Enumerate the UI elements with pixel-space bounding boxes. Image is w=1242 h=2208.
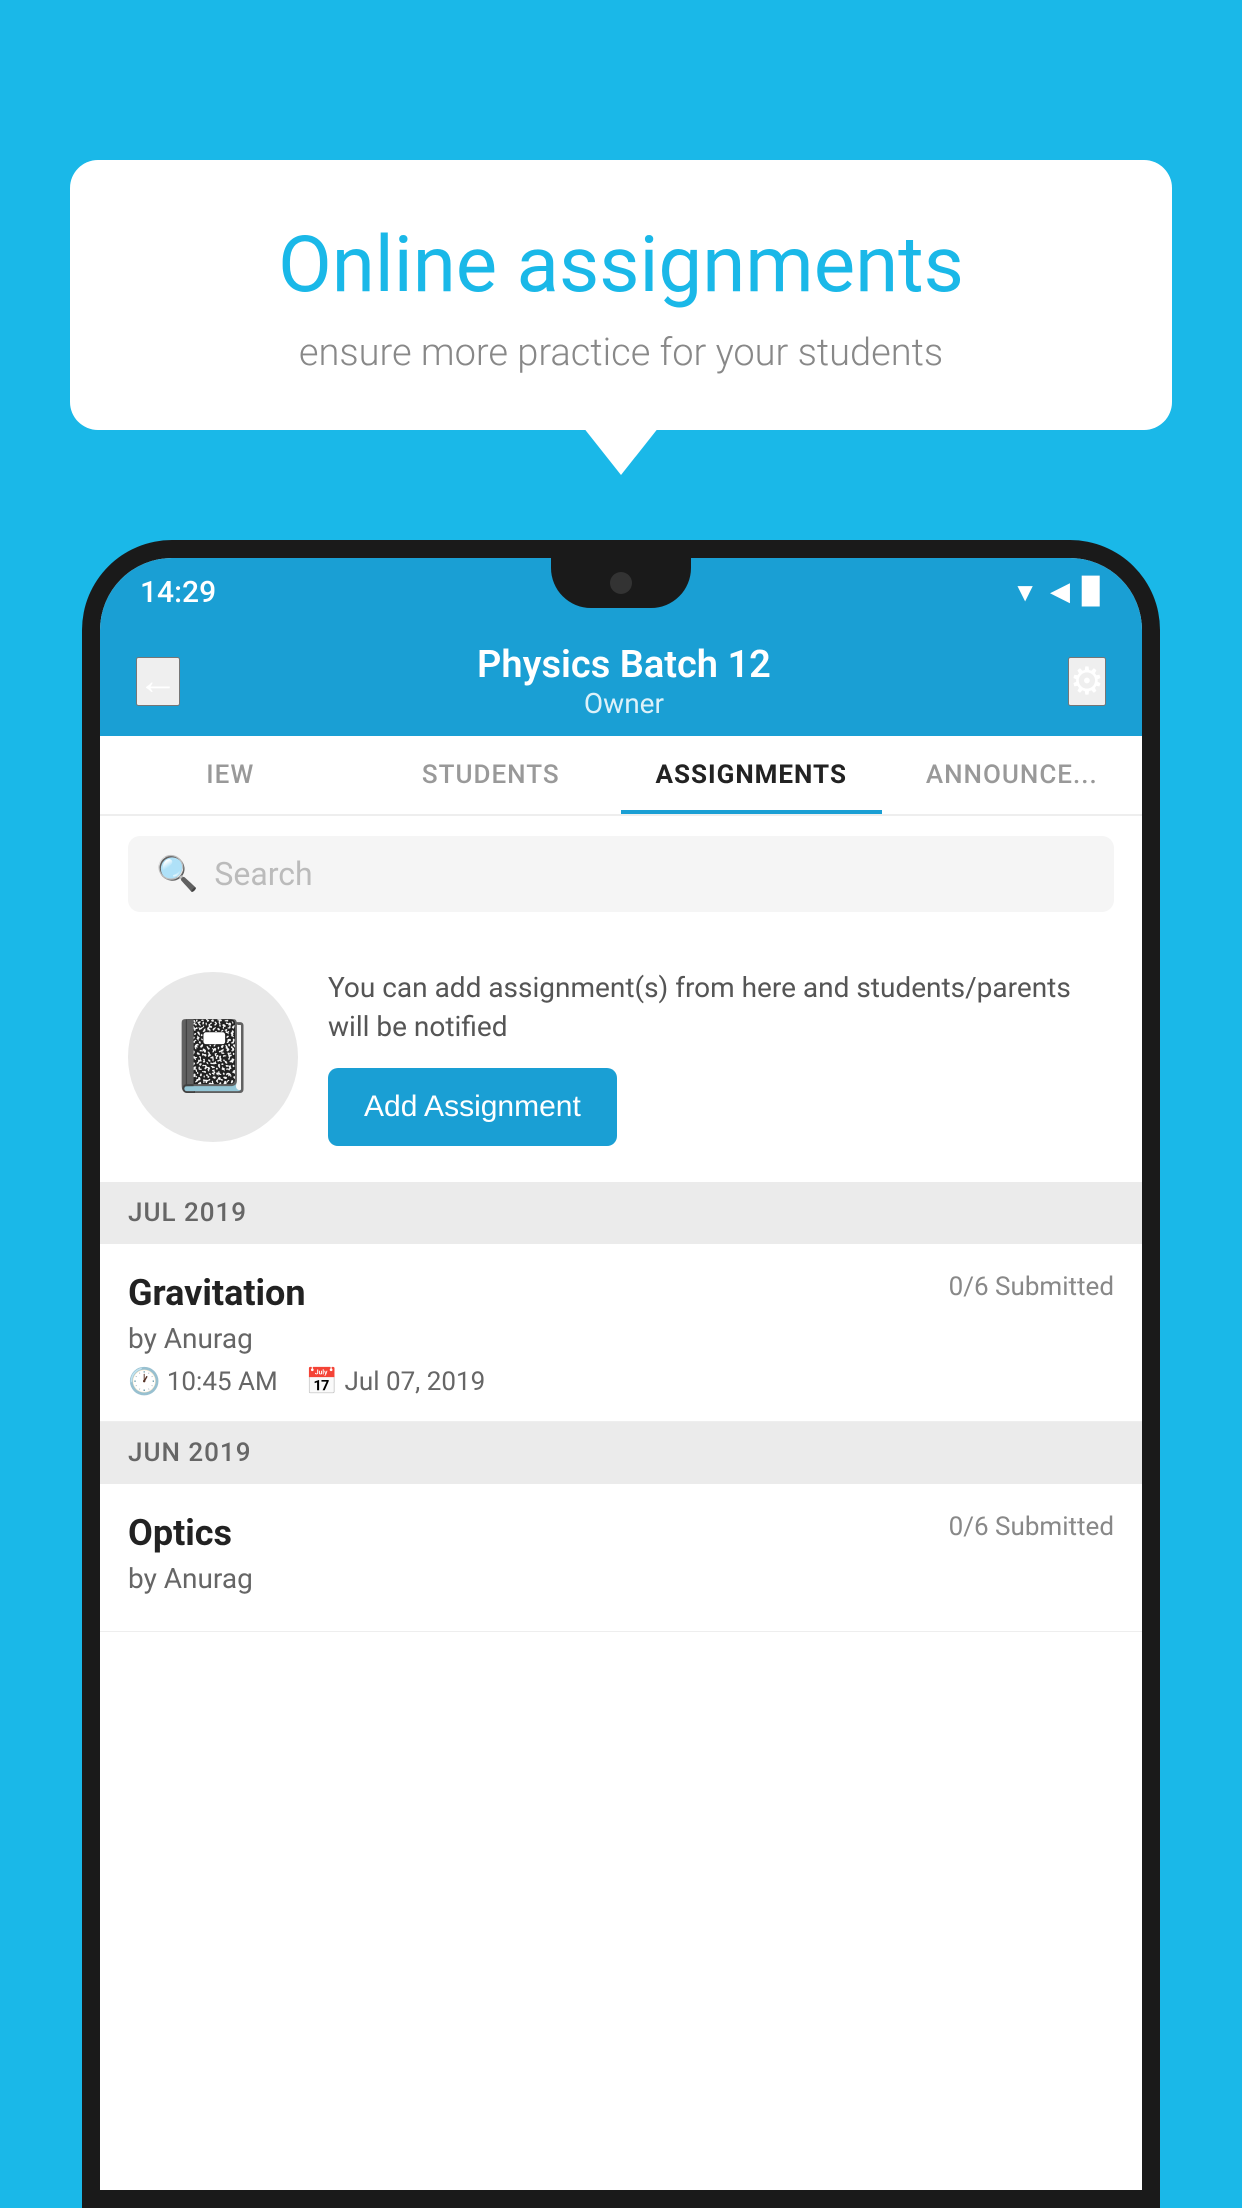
promo-block: 📓 You can add assignment(s) from here an… <box>100 932 1142 1182</box>
battery-icon: ▉ <box>1082 577 1102 607</box>
tabs: IEW STUDENTS ASSIGNMENTS ANNOUNCE... <box>100 736 1142 816</box>
section-header-jun: JUN 2019 <box>100 1422 1142 1484</box>
assignment-item-optics[interactable]: Optics 0/6 Submitted by Anurag <box>100 1484 1142 1632</box>
section-header-jul: JUL 2019 <box>100 1182 1142 1244</box>
search-placeholder: Search <box>214 855 312 893</box>
assignment-submitted-gravitation: 0/6 Submitted <box>949 1272 1114 1302</box>
settings-button[interactable]: ⚙ <box>1068 657 1106 706</box>
app-bar: ← Physics Batch 12 Owner ⚙ <box>100 626 1142 736</box>
assignment-item-gravitation[interactable]: Gravitation 0/6 Submitted by Anurag 🕐 10… <box>100 1244 1142 1422</box>
search-container: 🔍 Search <box>100 816 1142 932</box>
assignment-by-gravitation: by Anurag <box>128 1322 1114 1355</box>
app-bar-heading: Physics Batch 12 <box>477 643 771 687</box>
phone-inner: 14:29 ▼ ◀ ▉ ← Physics Batch 12 Owner ⚙ I… <box>100 558 1142 2190</box>
phone-frame: 14:29 ▼ ◀ ▉ ← Physics Batch 12 Owner ⚙ I… <box>82 540 1160 2208</box>
assignment-date-gravitation: 📅 Jul 07, 2019 <box>306 1367 486 1397</box>
back-button[interactable]: ← <box>136 657 180 706</box>
speech-bubble-title: Online assignments <box>140 220 1102 311</box>
promo-text: You can add assignment(s) from here and … <box>328 968 1114 1146</box>
status-icons: ▼ ◀ ▉ <box>1012 577 1102 608</box>
status-bar: 14:29 ▼ ◀ ▉ <box>100 558 1142 626</box>
tab-assignments-label: ASSIGNMENTS <box>656 760 847 790</box>
status-time: 14:29 <box>140 575 216 610</box>
assignment-title-gravitation: Gravitation <box>128 1272 306 1314</box>
app-bar-title: Physics Batch 12 Owner <box>477 643 771 720</box>
notebook-icon: 📓 <box>169 1016 256 1098</box>
tab-announcements[interactable]: ANNOUNCE... <box>882 736 1143 814</box>
wifi-icon: ▼ <box>1012 577 1038 608</box>
promo-description: You can add assignment(s) from here and … <box>328 968 1114 1046</box>
search-icon: 🔍 <box>156 854 198 894</box>
tab-students[interactable]: STUDENTS <box>361 736 622 814</box>
tab-iew[interactable]: IEW <box>100 736 361 814</box>
speech-bubble: Online assignments ensure more practice … <box>70 160 1172 430</box>
notch <box>551 558 691 608</box>
section-label-jul: JUL 2019 <box>128 1198 247 1228</box>
promo-icon-circle: 📓 <box>128 972 298 1142</box>
assignment-submitted-optics: 0/6 Submitted <box>949 1512 1114 1542</box>
signal-icon: ◀ <box>1050 577 1070 607</box>
assignment-top: Gravitation 0/6 Submitted <box>128 1272 1114 1314</box>
tab-announcements-label: ANNOUNCE... <box>926 760 1098 790</box>
add-assignment-button[interactable]: Add Assignment <box>328 1068 617 1146</box>
assignment-time-gravitation: 🕐 10:45 AM <box>128 1367 278 1397</box>
speech-bubble-subtitle: ensure more practice for your students <box>140 331 1102 375</box>
assignment-top-optics: Optics 0/6 Submitted <box>128 1512 1114 1554</box>
speech-bubble-wrapper: Online assignments ensure more practice … <box>70 160 1172 430</box>
app-bar-subtitle: Owner <box>584 687 664 720</box>
assignment-meta-gravitation: 🕐 10:45 AM 📅 Jul 07, 2019 <box>128 1367 1114 1397</box>
search-bar[interactable]: 🔍 Search <box>128 836 1114 912</box>
tab-iew-label: IEW <box>206 760 254 790</box>
tab-assignments[interactable]: ASSIGNMENTS <box>621 736 882 814</box>
assignment-by-optics: by Anurag <box>128 1562 1114 1595</box>
camera <box>610 572 632 594</box>
section-label-jun: JUN 2019 <box>128 1438 251 1468</box>
tab-students-label: STUDENTS <box>422 760 560 790</box>
assignment-title-optics: Optics <box>128 1512 232 1554</box>
